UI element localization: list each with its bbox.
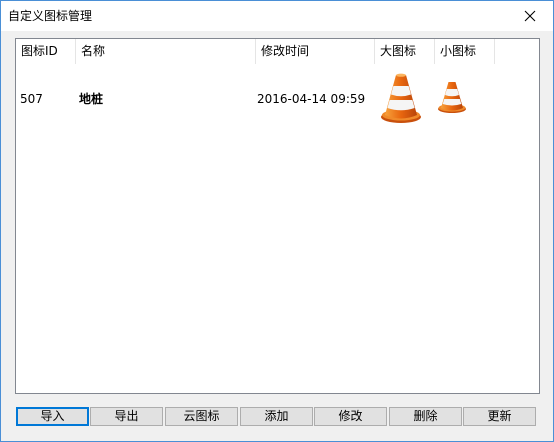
delete-button[interactable]: 删除 <box>389 407 462 426</box>
traffic-cone-icon <box>438 82 466 113</box>
column-header-id[interactable]: 图标ID <box>16 39 76 64</box>
column-header-small-icon[interactable]: 小图标 <box>435 39 495 64</box>
close-icon <box>524 10 536 22</box>
column-header-large-icon[interactable]: 大图标 <box>375 39 435 64</box>
import-button[interactable]: 导入 <box>16 407 89 426</box>
update-button[interactable]: 更新 <box>463 407 536 426</box>
row-name: 地桩 <box>79 92 104 106</box>
cloud-icon-button[interactable]: 云图标 <box>165 407 238 426</box>
close-button[interactable] <box>509 1 553 31</box>
column-header-name[interactable]: 名称 <box>76 39 256 64</box>
modify-button[interactable]: 修改 <box>314 407 387 426</box>
icon-list[interactable]: 图标ID 名称 修改时间 大图标 小图标 507 地桩 2016-04-14 0… <box>15 38 540 394</box>
add-button[interactable]: 添加 <box>240 407 313 426</box>
row-modified-time: 2016-04-14 09:59 <box>257 92 366 106</box>
list-header: 图标ID 名称 修改时间 大图标 小图标 <box>16 39 539 64</box>
title-bar[interactable]: 自定义图标管理 <box>1 1 553 31</box>
table-row[interactable]: 507 地桩 2016-04-14 09:59 <box>16 65 539 133</box>
column-header-modified[interactable]: 修改时间 <box>256 39 375 64</box>
row-id: 507 <box>20 92 43 106</box>
export-button[interactable]: 导出 <box>90 407 163 426</box>
icon-manager-dialog: 自定义图标管理 图标ID 名称 修改时间 大图标 小图标 507 地桩 2016… <box>0 0 554 442</box>
window-title: 自定义图标管理 <box>8 9 93 23</box>
traffic-cone-icon <box>381 73 421 123</box>
